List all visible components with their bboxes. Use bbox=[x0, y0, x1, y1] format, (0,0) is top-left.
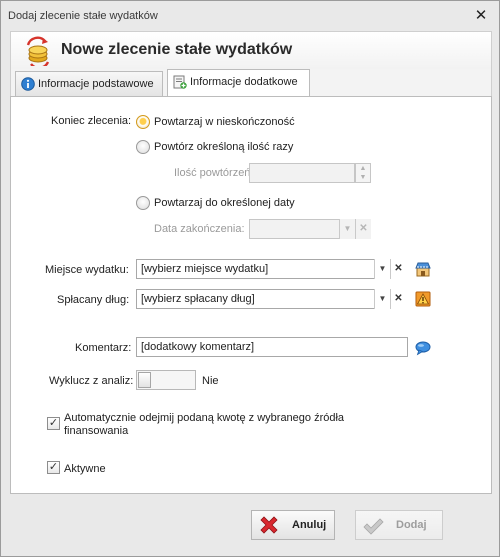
exclude-state-text: Nie bbox=[202, 375, 219, 387]
close-button[interactable]: ✕ bbox=[469, 5, 493, 27]
add-button-label: Dodaj bbox=[396, 519, 427, 531]
radio-repeat-count-label[interactable]: Powtórz określoną ilość razy bbox=[154, 141, 293, 153]
tab-basic-info[interactable]: Informacje podstawowe bbox=[15, 71, 163, 96]
title-bar[interactable]: Dodaj zlecenie stałe wydatków ✕ bbox=[1, 1, 499, 31]
expense-place-select[interactable]: [wybierz miejsce wydatku] bbox=[136, 259, 406, 279]
header-panel: Nowe zlecenie stałe wydatków bbox=[10, 31, 492, 69]
tab-basic-info-label: Informacje podstawowe bbox=[38, 78, 154, 90]
dialog-heading: Nowe zlecenie stałe wydatków bbox=[61, 41, 293, 58]
tab-strip: Informacje podstawowe Informacje dodatko… bbox=[10, 69, 492, 97]
end-order-label: Koniec zlecenia: bbox=[51, 115, 132, 127]
expense-place-clear-button[interactable]: ✕ bbox=[390, 259, 406, 279]
coins-arrows-icon bbox=[26, 36, 50, 66]
debt-select[interactable]: [wybierz spłacany dług] bbox=[136, 289, 406, 309]
exclude-toggle-knob[interactable] bbox=[138, 372, 151, 388]
radio-repeat-until-date[interactable] bbox=[136, 196, 150, 210]
red-x-icon bbox=[260, 516, 278, 534]
debt-label: Spłacany dług: bbox=[57, 294, 130, 306]
repeat-count-input[interactable] bbox=[249, 163, 355, 183]
cancel-button-label: Anuluj bbox=[292, 519, 327, 531]
exclude-toggle[interactable] bbox=[136, 370, 196, 390]
tab-additional-info[interactable]: Informacje dodatkowe bbox=[167, 69, 310, 96]
comment-input[interactable]: [dodatkowy komentarz] bbox=[136, 337, 408, 357]
radio-repeat-count[interactable] bbox=[136, 140, 150, 154]
expense-place-label: Miejsce wydatku: bbox=[45, 264, 129, 276]
warning-icon[interactable] bbox=[415, 291, 431, 307]
repeat-count-stepper[interactable]: ▲ ▼ bbox=[355, 163, 371, 183]
add-button[interactable]: Dodaj bbox=[355, 510, 443, 540]
radio-repeat-until-date-label[interactable]: Powtarzaj do określonej daty bbox=[154, 197, 295, 209]
auto-deduct-checkbox[interactable]: ✓ bbox=[47, 417, 60, 430]
comment-label: Komentarz: bbox=[75, 342, 132, 354]
repeat-count-label: Ilość powtórzeń: bbox=[174, 167, 254, 179]
active-label[interactable]: Aktywne bbox=[64, 463, 106, 475]
dialog-window: Dodaj zlecenie stałe wydatków ✕ Nowe zle… bbox=[0, 0, 500, 557]
tab-additional-info-label: Informacje dodatkowe bbox=[190, 76, 298, 88]
active-checkbox[interactable]: ✓ bbox=[47, 461, 60, 474]
radio-repeat-infinite-label[interactable]: Powtarzaj w nieskończoność bbox=[154, 116, 295, 128]
end-date-clear-button[interactable]: ✕ bbox=[355, 219, 371, 239]
checkmark-icon bbox=[363, 518, 384, 535]
cancel-button[interactable]: Anuluj bbox=[251, 510, 335, 540]
speech-bubble-icon[interactable] bbox=[415, 340, 431, 356]
exclude-label: Wyklucz z analiz: bbox=[49, 375, 134, 387]
form-add-icon bbox=[173, 75, 187, 89]
end-date-dropdown-button[interactable]: ▼ bbox=[339, 219, 355, 239]
tab-content-panel: Koniec zlecenia: Powtarzaj w nieskończon… bbox=[10, 96, 492, 494]
shop-icon[interactable] bbox=[415, 261, 431, 277]
window-title: Dodaj zlecenie stałe wydatków bbox=[8, 10, 158, 22]
debt-clear-button[interactable]: ✕ bbox=[390, 289, 406, 309]
info-icon bbox=[21, 77, 35, 91]
auto-deduct-label[interactable]: Automatycznie odejmij podaną kwotę z wyb… bbox=[64, 412, 364, 438]
debt-dropdown-button[interactable]: ▼ bbox=[374, 289, 390, 309]
expense-place-dropdown-button[interactable]: ▼ bbox=[374, 259, 390, 279]
end-date-label: Data zakończenia: bbox=[154, 223, 245, 235]
radio-repeat-infinite[interactable] bbox=[136, 115, 150, 129]
